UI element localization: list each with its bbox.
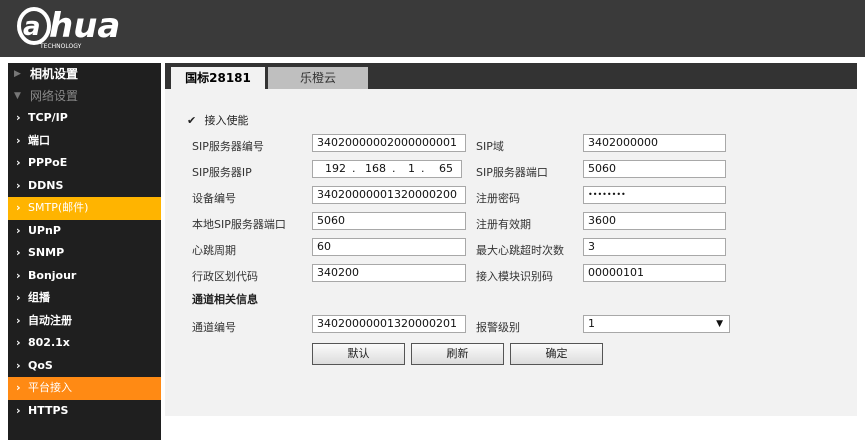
sip-domain-label: SIP域: [476, 140, 504, 153]
channel-id-label: 通道编号: [192, 321, 236, 334]
sip-server-port-label: SIP服务器端口: [476, 166, 548, 179]
dropdown-caret-icon: ▼: [716, 319, 723, 329]
dahua-logo: a hua TECHNOLOGY: [17, 6, 120, 50]
sidebar: ▶ 相机设置 ▼ 网络设置 › TCP/IP › 端口 › PPPoE › DDNS ›…: [8, 63, 161, 440]
enable-checkbox[interactable]: ✔: [187, 114, 201, 127]
confirm-button[interactable]: 确定: [510, 343, 603, 365]
refresh-button[interactable]: 刷新: [411, 343, 504, 365]
sidebar-item-upnp[interactable]: › UPnP: [8, 220, 161, 243]
chevron-right-icon: ›: [16, 381, 21, 394]
sidebar-camera-settings[interactable]: ▶ 相机设置: [8, 63, 161, 85]
chevron-right-icon: ›: [16, 201, 21, 214]
heartbeat-label: 心跳周期: [192, 244, 236, 257]
ip-octet-2[interactable]: 168: [365, 161, 386, 177]
sidebar-item-8021x[interactable]: › 802.1x: [8, 332, 161, 355]
sip-server-ip-label: SIP服务器IP: [192, 166, 252, 179]
sidebar-network-settings[interactable]: ▼ 网络设置: [8, 85, 161, 107]
header-bar: a hua TECHNOLOGY: [0, 0, 865, 57]
chevron-right-icon: ›: [16, 111, 21, 124]
channel-section-title: 通道相关信息: [192, 293, 258, 306]
sidebar-item-https[interactable]: › HTTPS: [8, 400, 161, 423]
logo-letter-a: a: [23, 12, 41, 42]
sip-server-ip-input[interactable]: 192 . 168 . 1 . 65: [312, 160, 462, 178]
region-code-label: 行政区划代码: [192, 270, 258, 283]
sidebar-item-platform-access[interactable]: › 平台接入: [8, 377, 161, 400]
ip-octet-4[interactable]: 65: [439, 161, 453, 177]
sidebar-item-smtp[interactable]: › SMTP(邮件): [8, 197, 161, 220]
sidebar-item-bonjour[interactable]: › Bonjour: [8, 265, 161, 288]
chevron-right-icon: ›: [16, 133, 21, 147]
chevron-right-icon: ›: [16, 403, 21, 417]
chevron-right-icon: ›: [16, 156, 21, 169]
sip-server-id-input[interactable]: 34020000002000000001: [312, 134, 466, 152]
password-input[interactable]: ••••••••: [583, 186, 726, 204]
logo-wordmark: hua: [49, 6, 120, 46]
alarm-level-value: 1: [588, 317, 595, 330]
max-timeout-label: 最大心跳超时次数: [476, 244, 564, 257]
ip-octet-3[interactable]: 1: [408, 161, 415, 177]
sip-server-port-input[interactable]: 5060: [583, 160, 726, 178]
sidebar-item-snmp[interactable]: › SNMP: [8, 242, 161, 265]
sidebar-item-auto-register[interactable]: › 自动注册: [8, 310, 161, 333]
alarm-level-label: 报警级别: [476, 321, 520, 334]
ip-dot: .: [392, 162, 396, 175]
region-code-input[interactable]: 340200: [312, 264, 466, 282]
ip-octet-1[interactable]: 192: [325, 161, 346, 177]
chevron-right-icon: ›: [16, 313, 21, 327]
logo-subtext: TECHNOLOGY: [39, 43, 82, 50]
device-id-label: 设备编号: [192, 192, 236, 205]
chevron-right-icon: ›: [16, 336, 21, 349]
default-button[interactable]: 默认: [312, 343, 405, 365]
reg-expiry-label: 注册有效期: [476, 218, 531, 231]
device-id-input[interactable]: 34020000001320000200: [312, 186, 466, 204]
sidebar-item-pppoe[interactable]: › PPPoE: [8, 152, 161, 175]
ip-dot: .: [352, 162, 356, 175]
sidebar-item-port[interactable]: › 端口: [8, 130, 161, 153]
tab-lecheng-cloud[interactable]: 乐橙云: [268, 67, 368, 89]
password-label: 注册密码: [476, 192, 520, 205]
collapse-arrow-icon: ▼: [14, 91, 21, 101]
chevron-right-icon: ›: [16, 358, 21, 372]
ip-dot: .: [421, 162, 425, 175]
max-timeout-input[interactable]: 3: [583, 238, 726, 256]
module-id-label: 接入模块识别码: [476, 270, 553, 283]
sidebar-item-qos[interactable]: › QoS: [8, 355, 161, 378]
channel-id-input[interactable]: 34020000001320000201: [312, 315, 466, 333]
heartbeat-input[interactable]: 60: [312, 238, 466, 256]
sip-server-id-label: SIP服务器编号: [192, 140, 264, 153]
tab-gb28181[interactable]: 国标28181: [171, 67, 265, 89]
local-sip-port-label: 本地SIP服务器端口: [192, 218, 286, 231]
sip-domain-input[interactable]: 3402000000: [583, 134, 726, 152]
chevron-right-icon: ›: [16, 223, 21, 237]
chevron-right-icon: ›: [16, 291, 21, 304]
expand-arrow-icon: ▶: [14, 69, 21, 79]
main-panel: 国标28181 乐橙云 ✔ 接入使能 SIP服务器编号 340200000020…: [165, 63, 857, 416]
module-id-input[interactable]: 00000101: [583, 264, 726, 282]
reg-expiry-input[interactable]: 3600: [583, 212, 726, 230]
sidebar-item-multicast[interactable]: › 组播: [8, 287, 161, 310]
alarm-level-select[interactable]: 1 ▼: [583, 315, 730, 333]
enable-checkbox-row[interactable]: ✔ 接入使能: [187, 112, 249, 128]
tab-strip: 国标28181 乐橙云: [165, 63, 857, 89]
local-sip-port-input[interactable]: 5060: [312, 212, 466, 230]
chevron-right-icon: ›: [16, 268, 21, 282]
sidebar-item-tcpip[interactable]: › TCP/IP: [8, 107, 161, 130]
enable-label: 接入使能: [204, 114, 249, 127]
chevron-right-icon: ›: [16, 178, 21, 192]
sidebar-item-ddns[interactable]: › DDNS: [8, 175, 161, 198]
chevron-right-icon: ›: [16, 246, 21, 259]
